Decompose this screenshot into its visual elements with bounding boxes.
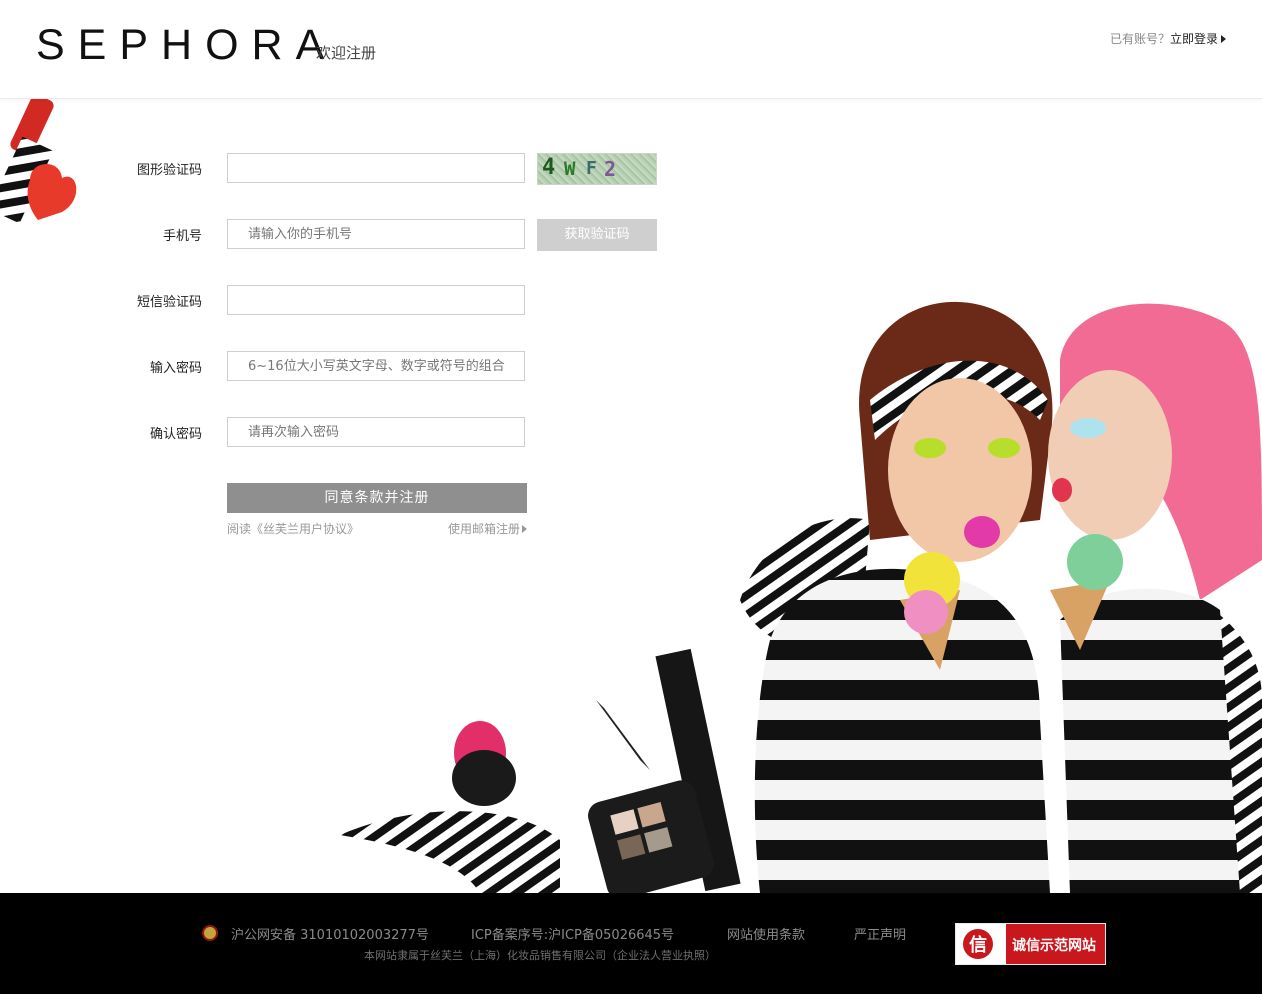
captcha-image[interactable]: 4 W F 2 [537,153,657,185]
police-record-link[interactable]: 沪公网安备 31010102003277号 [231,924,429,943]
icp-record-link[interactable]: ICP备案序号:沪ICP备05026645号 [471,924,674,943]
password-input[interactable] [227,351,525,381]
arrow-right-icon [1221,35,1226,43]
site-header: SEPHORA 欢迎注册 已有账号？立即登录 [0,0,1262,99]
phone-input[interactable] [227,219,525,249]
captcha-char: 2 [604,157,617,181]
eyeshadow-palette-illustration [588,780,714,893]
captcha-input[interactable] [227,153,525,183]
trust-website-badge[interactable]: 信 诚信示范网站 [955,923,1106,965]
hero-illustration [0,94,1262,893]
phone-label: 手机号 [162,229,202,244]
captcha-char: 4 [542,155,556,180]
terms-of-use-link[interactable]: 网站使用条款 [727,924,805,943]
model-left-illustration [754,301,1053,893]
sephora-logo[interactable]: SEPHORA [36,22,337,68]
lip-balm-illustration [452,721,516,806]
confirm-password-input[interactable] [227,417,525,447]
captcha-char: F [586,158,597,179]
login-prompt-text: 已有账号？ [1109,32,1170,46]
sms-code-label: 短信验证码 [136,295,202,310]
captcha-char: W [564,158,576,180]
mascara-illustration [596,648,741,892]
email-register-link[interactable]: 使用邮箱注册 [448,520,528,537]
page-title: 欢迎注册 [316,44,377,62]
svg-text:信: 信 [969,934,987,956]
get-sms-code-button[interactable]: 获取验证码 [537,219,657,251]
legal-statement-link[interactable]: 严正声明 [854,924,906,943]
captcha-label: 图形验证码 [136,163,202,178]
model-right-illustration [1048,303,1262,893]
site-footer: 沪公网安备 31010102003277号 ICP备案序号:沪ICP备05026… [0,893,1262,994]
lipstick-illustration [0,94,77,224]
police-badge-icon [202,925,218,941]
password-label: 输入密码 [149,361,202,376]
credit-icon: 信 [956,924,1006,964]
company-info: 本网站隶属于丝芙兰（上海）化妆品销售有限公司（企业法人营业执照） [364,949,716,962]
agree-and-register-button[interactable]: 同意条款并注册 [227,483,527,513]
login-link[interactable]: 立即登录 [1170,32,1218,46]
email-register-label: 使用邮箱注册 [448,522,521,536]
sms-code-input[interactable] [227,285,525,315]
login-prompt: 已有账号？立即登录 [1110,30,1226,47]
confirm-password-label: 确认密码 [149,427,202,442]
arrow-right-icon [522,525,528,533]
user-agreement-link[interactable]: 阅读《丝芙兰用户协议》 [227,520,359,537]
trust-website-label: 诚信示范网站 [1012,938,1096,954]
